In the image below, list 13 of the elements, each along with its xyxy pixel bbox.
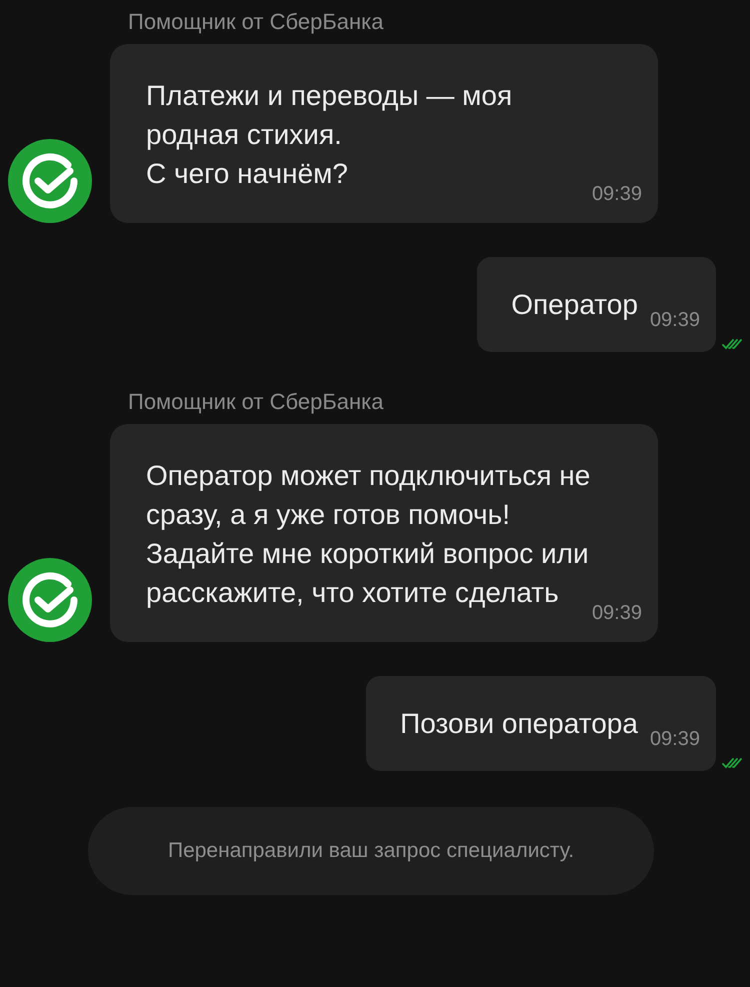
bot-avatar-icon [8,558,92,642]
message-time: 09:39 [650,726,700,752]
message-text: Оператор [511,288,638,322]
sender-name: Помощник от СберБанка [128,8,385,36]
message-text: Платежи и переводы — моя родная стихия. С чего начнём? [146,79,514,191]
message-time: 09:39 [592,601,642,626]
message-text: Оператор может подключиться не сразу, а я уже готов помочь! Задайте мне короткий вопрос или расскажите, что хотите сделать [146,459,592,610]
message-text: Позови оператора [400,706,638,741]
message-time: 09:39 [592,182,642,207]
message-time: 09:39 [650,308,700,332]
sender-name: Помощник от СберБанка [128,388,385,416]
bot-avatar-icon [8,139,92,223]
system-notice: Перенаправили ваш запрос специалисту. [88,807,654,895]
